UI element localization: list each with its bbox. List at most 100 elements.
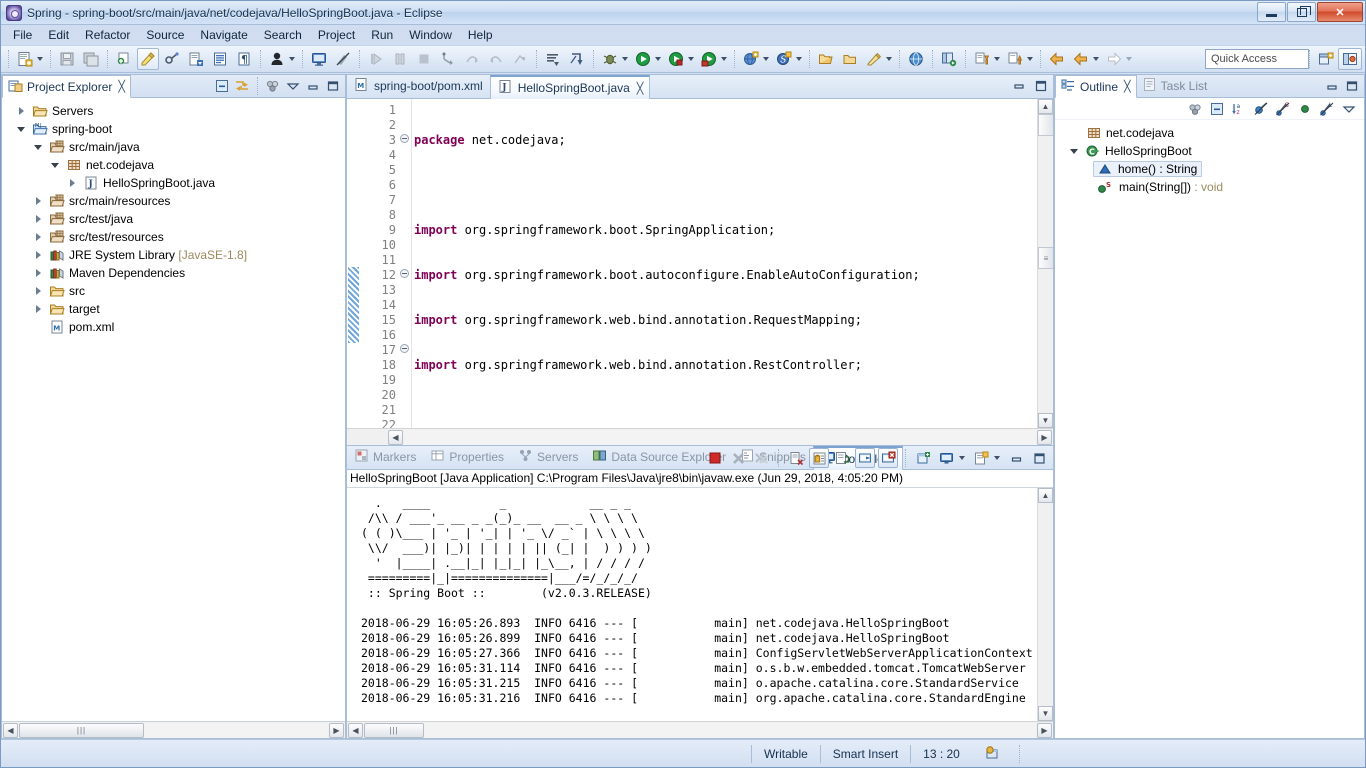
export-icon[interactable] [185, 48, 207, 70]
link-icon[interactable] [161, 48, 183, 70]
paragraph-marks-icon[interactable]: ¶ [233, 48, 255, 70]
menu-help[interactable]: Help [460, 26, 501, 44]
scroll-thumb[interactable]: ||| [364, 723, 424, 738]
tab-outline[interactable]: Outline ╳ [1055, 75, 1137, 98]
run-icon[interactable] [632, 48, 654, 70]
forward-dropdown-arrow[interactable] [1093, 57, 1099, 61]
display-dropdown-arrow[interactable] [959, 456, 965, 460]
open-console-icon[interactable] [971, 448, 991, 468]
tree-item-jre-system-library[interactable]: JRE System Library [JavaSE-1.8] [2, 246, 345, 264]
new-annotation-icon[interactable] [113, 48, 135, 70]
chevron-down-icon[interactable] [50, 159, 62, 171]
chevron-right-icon[interactable] [67, 177, 79, 189]
properties-icon[interactable] [209, 48, 231, 70]
terminal-icon[interactable] [308, 48, 330, 70]
console-body[interactable]: . ____ _ __ _ _ /\\ / ___'_ __ _ _(_)_ _… [347, 488, 1053, 721]
outline-selected-item[interactable]: home() : String [1093, 161, 1202, 178]
coverage-dropdown-arrow[interactable] [688, 57, 694, 61]
outline-item-method-home[interactable]: home() : String [1055, 160, 1364, 178]
menu-window[interactable]: Window [401, 26, 460, 44]
menu-refactor[interactable]: Refactor [77, 26, 138, 44]
outline-tree[interactable]: net.codejava C HelloSpringBoot [1055, 120, 1364, 738]
menu-project[interactable]: Project [310, 26, 363, 44]
run-dropdown-arrow[interactable] [655, 57, 661, 61]
maximize-icon[interactable] [1343, 77, 1361, 95]
next-arrow-icon[interactable] [1103, 48, 1125, 70]
new-spring-icon[interactable]: S [773, 48, 795, 70]
chevron-right-icon[interactable] [33, 195, 45, 207]
new-dropdown-arrow[interactable] [37, 57, 43, 61]
scroll-track[interactable] [404, 430, 1036, 445]
next-dropdown-arrow[interactable] [994, 57, 1000, 61]
tree-item-src-test-java[interactable]: src/test/java [2, 210, 345, 228]
maximize-icon[interactable] [1029, 448, 1049, 468]
collapse-all-icon[interactable] [213, 77, 231, 95]
minimize-button[interactable] [1257, 2, 1286, 22]
scroll-right-icon[interactable]: ▶ [1037, 723, 1052, 738]
chevron-right-icon[interactable] [33, 249, 45, 261]
minimize-icon[interactable] [1011, 78, 1027, 97]
tree-item-hellospringboot-java[interactable]: J HelloSpringBoot.java [2, 174, 345, 192]
tab-markers[interactable]: Markers [347, 445, 423, 469]
forward-icon[interactable] [1070, 48, 1092, 70]
open-console-dropdown[interactable] [994, 456, 1000, 460]
scroll-track[interactable]: ||| [19, 723, 328, 738]
close-button[interactable]: ✕ [1317, 2, 1363, 22]
skip-breakpoints-icon[interactable] [332, 48, 354, 70]
new-java-project-icon[interactable] [740, 48, 762, 70]
scroll-up-icon[interactable]: ▲ [1038, 99, 1053, 114]
edit-highlight-icon[interactable] [137, 48, 159, 70]
scroll-right-icon[interactable]: ▶ [1037, 430, 1052, 445]
tree-item-pom-xml[interactable]: M pom.xml [2, 318, 345, 336]
suspend-icon[interactable] [389, 48, 411, 70]
terminate-icon[interactable] [705, 448, 725, 468]
tree-item-src[interactable]: src [2, 282, 345, 300]
scroll-left-icon[interactable]: ◀ [348, 723, 363, 738]
view-menu-icon[interactable] [284, 77, 302, 95]
chevron-down-icon[interactable] [33, 141, 45, 153]
scroll-up-icon[interactable]: ▲ [1038, 488, 1053, 503]
menu-run[interactable]: Run [363, 26, 401, 44]
open-type-icon[interactable] [815, 48, 837, 70]
globe-icon[interactable] [905, 48, 927, 70]
remove-launch-icon[interactable] [728, 448, 748, 468]
scroll-lock-icon[interactable] [809, 448, 829, 468]
tree-item-src-test-resources[interactable]: src/test/resources [2, 228, 345, 246]
search-pencil-icon[interactable] [863, 48, 885, 70]
project-tree[interactable]: Servers MJ spring-boot src/main/jav [2, 98, 345, 721]
chevron-right-icon[interactable] [33, 213, 45, 225]
console-vscrollbar[interactable]: ▲ ▼ [1037, 488, 1053, 721]
tab-properties[interactable]: Properties [423, 445, 511, 469]
tree-item-net-codejava[interactable]: net.codejava [2, 156, 345, 174]
step-return-icon[interactable] [485, 48, 507, 70]
scroll-track[interactable]: ||| [364, 723, 1036, 738]
spring-dropdown-arrow[interactable] [796, 57, 802, 61]
debug-dropdown-arrow[interactable] [622, 57, 628, 61]
view-menu-icon[interactable] [1340, 100, 1358, 118]
hide-static-icon[interactable]: S [1274, 100, 1292, 118]
scroll-thumb[interactable]: ||| [19, 723, 144, 738]
console-hscrollbar[interactable]: ◀ ||| ▶ [347, 721, 1053, 738]
chevron-right-icon[interactable] [33, 267, 45, 279]
run-last-tool-icon[interactable] [542, 48, 564, 70]
tab-servers[interactable]: Servers [511, 445, 585, 469]
tree-item-spring-boot[interactable]: MJ spring-boot [2, 120, 345, 138]
fold-marker-line12[interactable] [400, 269, 409, 278]
tree-item-src-main-resources[interactable]: src/main/resources [2, 192, 345, 210]
maximize-button[interactable] [1287, 2, 1316, 22]
java-perspective-button[interactable] [1338, 48, 1362, 70]
console-output[interactable]: . ____ _ __ _ _ /\\ / ___'_ __ _ _(_)_ _… [347, 488, 1037, 721]
step-over-icon[interactable] [461, 48, 483, 70]
hide-local-types-icon[interactable]: L [1318, 100, 1336, 118]
display-console-icon[interactable] [936, 448, 956, 468]
code-area[interactable]: package net.codejava; import org.springf… [412, 99, 1037, 428]
remove-all-launches-icon[interactable] [751, 448, 771, 468]
resume-icon[interactable] [365, 48, 387, 70]
debug-icon[interactable] [599, 48, 621, 70]
next-arrow-dropdown[interactable] [1126, 57, 1132, 61]
hide-non-public-icon[interactable] [1296, 100, 1314, 118]
scroll-left-icon[interactable]: ◀ [3, 723, 18, 738]
fold-marker-line17[interactable] [400, 344, 409, 353]
editor-tab-hellospringboot-java[interactable]: J HelloSpringBoot.java ╳ [490, 75, 651, 99]
tree-item-servers[interactable]: Servers [2, 102, 345, 120]
